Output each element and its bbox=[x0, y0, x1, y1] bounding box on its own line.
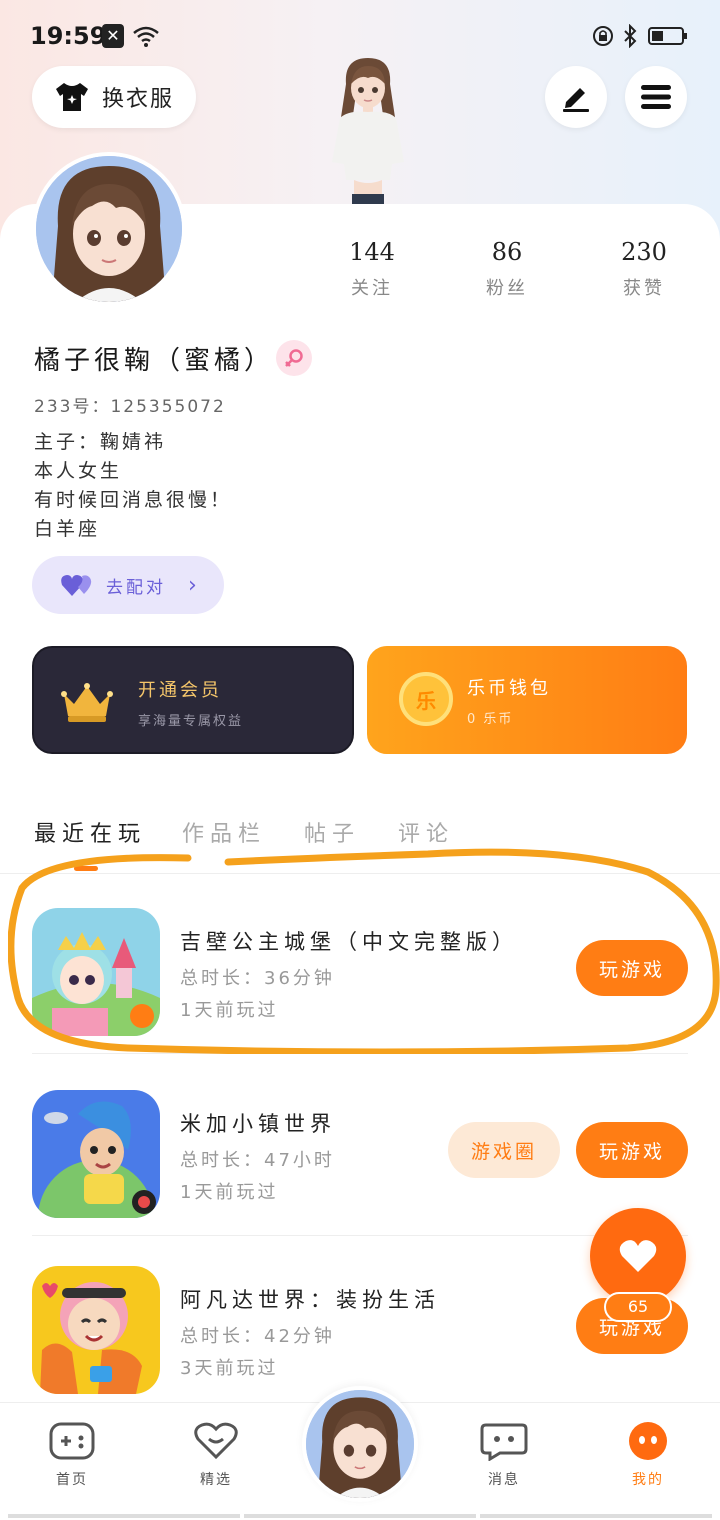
tab-works[interactable]: 作品栏 bbox=[182, 816, 266, 848]
heart-outline-icon bbox=[194, 1422, 238, 1460]
stat-following-value: 144 bbox=[349, 238, 395, 266]
vip-card[interactable]: 开通会员 享海量专属权益 bbox=[32, 646, 354, 754]
game-last-played: 1天前玩过 bbox=[180, 1182, 279, 1203]
nav-featured[interactable]: 精选 bbox=[176, 1421, 256, 1489]
game-icon bbox=[32, 1090, 160, 1218]
game-row[interactable]: 吉壁公主城堡（中文完整版） 总时长：36分钟 1天前玩过 玩游戏 bbox=[32, 878, 688, 1054]
wallet-title: 乐币钱包 bbox=[467, 678, 551, 699]
wallet-subtitle: 0 乐币 bbox=[467, 712, 514, 727]
battery-icon bbox=[648, 27, 687, 45]
heart-icon bbox=[619, 1240, 657, 1272]
avatar-portrait bbox=[36, 156, 182, 302]
game-icon bbox=[32, 1266, 160, 1394]
tab-posts[interactable]: 帖子 bbox=[304, 816, 360, 848]
game-row[interactable]: 米加小镇世界 总时长：47小时 1天前玩过 游戏圈 玩游戏 bbox=[32, 1060, 688, 1236]
home-indicator bbox=[0, 1514, 720, 1520]
game-title: 吉壁公主城堡（中文完整版） bbox=[180, 930, 518, 954]
like-fab-button[interactable] bbox=[590, 1208, 686, 1304]
game-title: 阿凡达世界：装扮生活 bbox=[180, 1288, 440, 1312]
nav-home-label: 首页 bbox=[56, 1472, 88, 1488]
nav-avatar-button[interactable] bbox=[302, 1386, 418, 1502]
chevron-right-icon: › bbox=[188, 572, 197, 598]
stat-followers-value: 86 bbox=[491, 238, 523, 266]
bio: 主子：鞠婧祎 本人女生 有时候回消息很慢！ 白羊座 bbox=[34, 428, 232, 544]
nav-featured-label: 精选 bbox=[200, 1472, 232, 1488]
stat-following[interactable]: 144 关注 bbox=[322, 238, 422, 300]
face-icon bbox=[629, 1422, 667, 1460]
avatar-portrait-small bbox=[306, 1390, 414, 1498]
stat-likes-value: 230 bbox=[621, 238, 667, 266]
profile-avatar[interactable] bbox=[32, 152, 186, 306]
status-time: 19:59 bbox=[30, 22, 107, 50]
change-outfit-label: 换衣服 bbox=[102, 87, 175, 112]
tab-recent[interactable]: 最近在玩 bbox=[34, 816, 146, 848]
nav-messages-label: 消息 bbox=[488, 1472, 520, 1488]
game-title: 米加小镇世界 bbox=[180, 1112, 336, 1136]
nav-messages[interactable]: 消息 bbox=[464, 1421, 544, 1489]
user-id: 233号：125355072 bbox=[34, 397, 226, 417]
like-count-badge: 65 bbox=[604, 1292, 672, 1322]
bio-line: 本人女生 bbox=[34, 460, 123, 482]
avatar-character[interactable] bbox=[318, 54, 418, 206]
match-label: 去配对 bbox=[106, 577, 166, 598]
game-duration: 总时长：42分钟 bbox=[180, 1326, 335, 1347]
wifi-icon bbox=[133, 26, 159, 47]
nickname: 橘子很鞠（蜜橘） bbox=[34, 346, 275, 376]
nav-home[interactable]: 首页 bbox=[32, 1421, 112, 1489]
crown-icon bbox=[61, 683, 113, 722]
edit-profile-button[interactable] bbox=[545, 66, 607, 128]
hearts-icon bbox=[61, 575, 92, 596]
game-duration: 总时长：47小时 bbox=[180, 1150, 335, 1171]
game-last-played: 1天前玩过 bbox=[180, 1000, 279, 1021]
profile-tabs: 最近在玩 作品栏 帖子 评论 bbox=[0, 812, 720, 874]
bio-line: 有时候回消息很慢！ bbox=[34, 489, 233, 511]
menu-button[interactable] bbox=[625, 66, 687, 128]
rotation-lock-icon bbox=[593, 26, 613, 46]
tab-indicator bbox=[74, 866, 98, 871]
x-box-icon: ✕ bbox=[102, 24, 124, 48]
shirt-icon bbox=[56, 83, 88, 111]
wallet-card[interactable]: 乐 乐币钱包 0 乐币 bbox=[367, 646, 687, 754]
stat-likes[interactable]: 230 获赞 bbox=[594, 238, 694, 300]
stat-followers[interactable]: 86 粉丝 bbox=[457, 238, 557, 300]
play-game-button[interactable]: 玩游戏 bbox=[576, 940, 688, 996]
tab-comments[interactable]: 评论 bbox=[398, 816, 454, 848]
game-duration: 总时长：36分钟 bbox=[180, 968, 335, 989]
bio-line: 主子：鞠婧祎 bbox=[34, 431, 167, 453]
pen-icon bbox=[563, 88, 589, 112]
chat-bubble-icon bbox=[480, 1423, 528, 1462]
nav-me[interactable]: 我的 bbox=[608, 1421, 688, 1489]
change-outfit-button[interactable]: 换衣服 bbox=[32, 66, 196, 128]
nav-me-label: 我的 bbox=[632, 1472, 664, 1488]
game-icon bbox=[32, 908, 160, 1036]
match-button[interactable]: 去配对 › bbox=[32, 556, 224, 614]
vip-subtitle: 享海量专属权益 bbox=[138, 714, 244, 729]
vip-title: 开通会员 bbox=[138, 680, 222, 701]
bluetooth-icon bbox=[624, 24, 637, 48]
stat-likes-label: 获赞 bbox=[623, 278, 665, 299]
stat-followers-label: 粉丝 bbox=[486, 278, 528, 299]
play-game-button[interactable]: 玩游戏 bbox=[576, 1122, 688, 1178]
stat-following-label: 关注 bbox=[351, 278, 393, 299]
game-circle-button[interactable]: 游戏圈 bbox=[448, 1122, 560, 1178]
hamburger-icon bbox=[641, 85, 671, 109]
female-icon bbox=[276, 340, 312, 376]
game-last-played: 3天前玩过 bbox=[180, 1358, 279, 1379]
bio-line: 白羊座 bbox=[34, 518, 101, 540]
gamepad-icon bbox=[49, 1422, 95, 1460]
coin-icon: 乐 bbox=[399, 672, 453, 726]
